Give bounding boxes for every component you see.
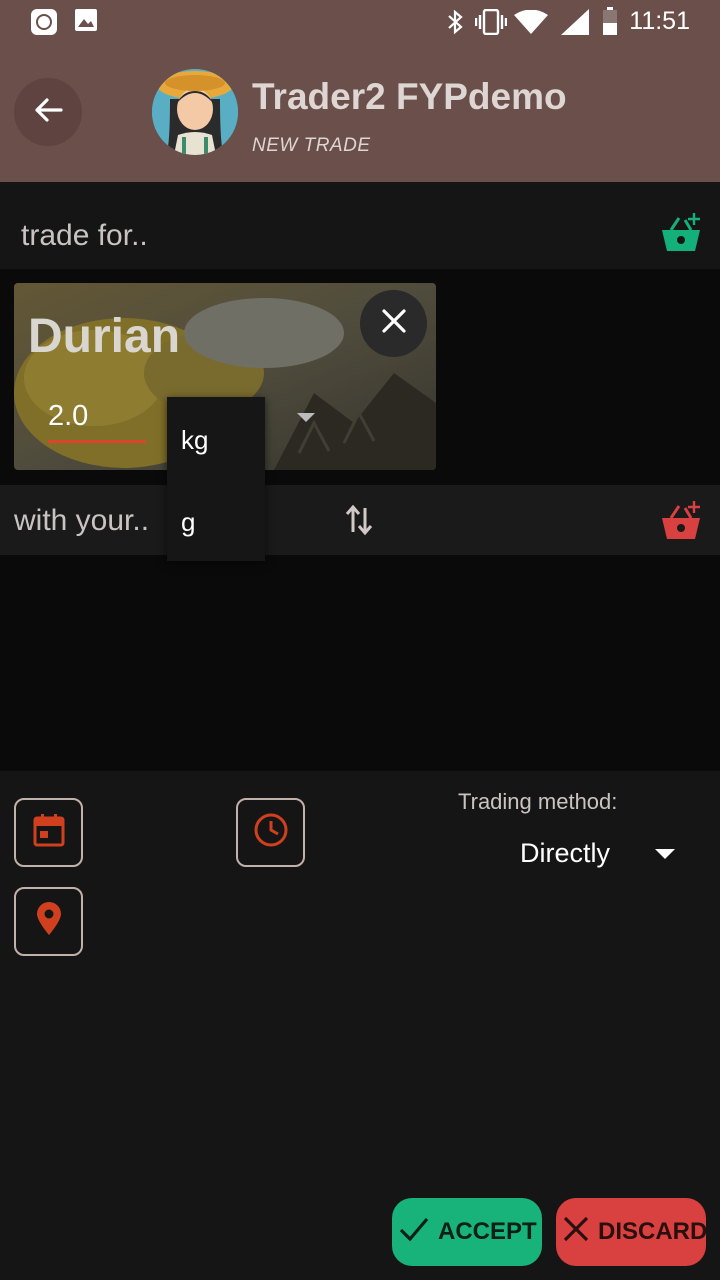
- battery-icon: [602, 7, 618, 40]
- check-icon: [392, 1215, 438, 1250]
- unit-option-g[interactable]: g: [181, 507, 195, 538]
- with-your-row: with your..: [0, 485, 720, 555]
- discard-label: DISCARD: [598, 1218, 708, 1245]
- page-title: Trader2 FYPdemo: [252, 76, 567, 117]
- notification-icon: [30, 8, 58, 41]
- remove-item-button[interactable]: [360, 290, 427, 357]
- screen: 11:51 Trader2 FYPdemo NEW TRADE trade fo…: [0, 0, 720, 1280]
- unit-dropdown-menu: kg g: [167, 397, 265, 561]
- trading-method-select[interactable]: Directly: [520, 838, 610, 869]
- wifi-icon: [514, 9, 548, 39]
- quantity-underline: [48, 440, 146, 443]
- trading-method-label: Trading method:: [458, 789, 618, 814]
- chevron-down-icon[interactable]: [655, 849, 675, 859]
- offer-items-area: [0, 555, 720, 771]
- with-your-label: with your..: [14, 504, 150, 537]
- discard-button[interactable]: DISCARD: [556, 1198, 708, 1266]
- close-icon: [556, 1215, 598, 1250]
- trade-for-label: trade for..: [21, 219, 148, 252]
- status-bar: 11:51: [0, 0, 720, 44]
- calendar-icon: [33, 813, 65, 852]
- swap-icon[interactable]: [345, 504, 373, 541]
- status-time: 11:51: [629, 7, 690, 35]
- location-button[interactable]: [14, 887, 83, 956]
- trade-for-row: trade for..: [0, 182, 720, 269]
- accept-label: ACCEPT: [438, 1218, 537, 1245]
- location-pin-icon: [36, 902, 62, 941]
- clock-icon: [253, 812, 289, 853]
- quantity-input[interactable]: 2.0: [48, 400, 88, 433]
- bluetooth-icon: [445, 9, 465, 40]
- unit-option-kg[interactable]: kg: [181, 425, 208, 456]
- vibrate-icon: [474, 8, 508, 40]
- signal-icon: [561, 9, 589, 40]
- add-to-basket-icon[interactable]: [660, 212, 702, 257]
- item-name: Durian: [28, 310, 181, 363]
- close-icon: [381, 308, 407, 339]
- add-to-basket-icon[interactable]: [660, 500, 702, 545]
- app-header: 11:51 Trader2 FYPdemo NEW TRADE: [0, 0, 720, 182]
- date-button[interactable]: [14, 798, 83, 867]
- arrow-back-icon: [32, 94, 64, 131]
- image-icon: [74, 8, 98, 37]
- accept-button[interactable]: ACCEPT: [392, 1198, 542, 1266]
- page-subtitle: NEW TRADE: [252, 135, 371, 156]
- back-button[interactable]: [14, 78, 82, 146]
- time-button[interactable]: [236, 798, 305, 867]
- avatar[interactable]: [152, 69, 238, 155]
- unit-dropdown-arrow-icon[interactable]: [297, 413, 315, 422]
